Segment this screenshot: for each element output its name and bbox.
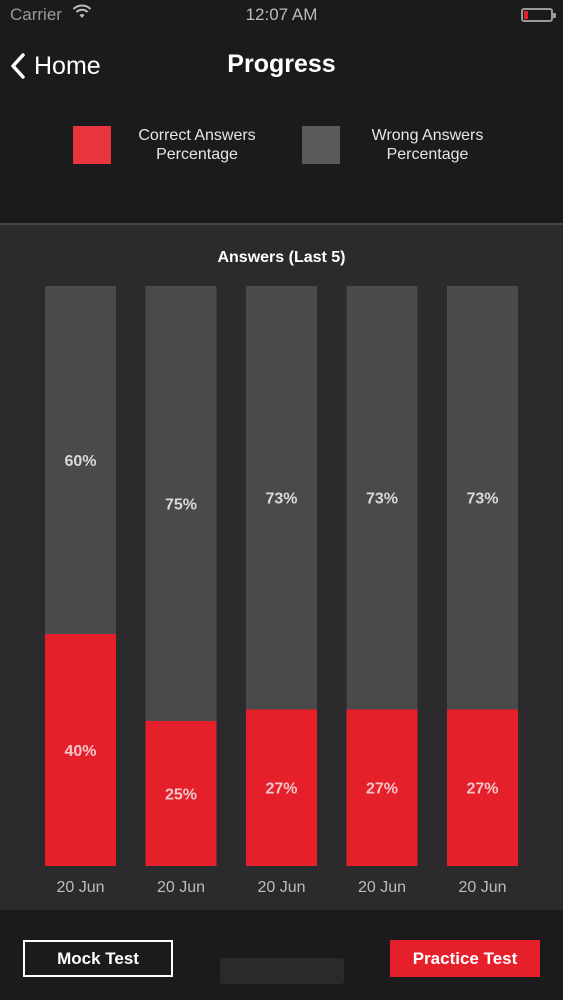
battery-icon — [521, 8, 556, 22]
chart-legend: Correct Answers Percentage Wrong Answers… — [0, 120, 563, 180]
category-label-5: 20 Jun — [458, 879, 506, 896]
label-correct-2: 25% — [165, 787, 197, 804]
label-correct-5: 27% — [466, 781, 498, 798]
home-indicator — [220, 958, 344, 984]
label-correct-4: 27% — [366, 781, 398, 798]
label-wrong-3: 73% — [265, 491, 297, 508]
label-wrong-1: 60% — [64, 453, 96, 470]
chart-panel: Answers (Last 5) 60% 40% 20 Jun 75% 25% 20 Ju… — [0, 223, 563, 910]
clock: 12:07 AM — [245, 5, 318, 24]
label-correct-1: 40% — [64, 743, 96, 760]
legend-swatch-wrong — [302, 126, 340, 164]
page-title: Progress — [227, 50, 336, 78]
navigation-bar: Home Progress — [0, 40, 563, 90]
footer-bar: Mock Test Practice Test — [0, 910, 563, 1000]
label-wrong-5: 73% — [466, 491, 498, 508]
legend-label-wrong: Wrong Answers Percentage — [371, 127, 484, 163]
legend-label-correct: Correct Answers Percentage — [138, 127, 256, 163]
legend-swatch-correct — [73, 126, 111, 164]
mock-test-button[interactable]: Mock Test — [23, 940, 173, 977]
label-wrong-4: 73% — [366, 491, 398, 508]
practice-test-button[interactable]: Practice Test — [390, 940, 540, 977]
label-wrong-2: 75% — [165, 497, 197, 514]
category-label-1: 20 Jun — [56, 879, 104, 896]
category-label-3: 20 Jun — [257, 879, 305, 896]
category-label-4: 20 Jun — [358, 879, 406, 896]
category-label-2: 20 Jun — [157, 879, 205, 896]
label-correct-3: 27% — [265, 781, 297, 798]
status-bar: Carrier 12:07 AM — [0, 0, 563, 30]
stacked-bar-chart: 60% 40% 20 Jun 75% 25% 20 Jun 73% 27% 20 Jun 73% 2… — [45, 286, 518, 896]
